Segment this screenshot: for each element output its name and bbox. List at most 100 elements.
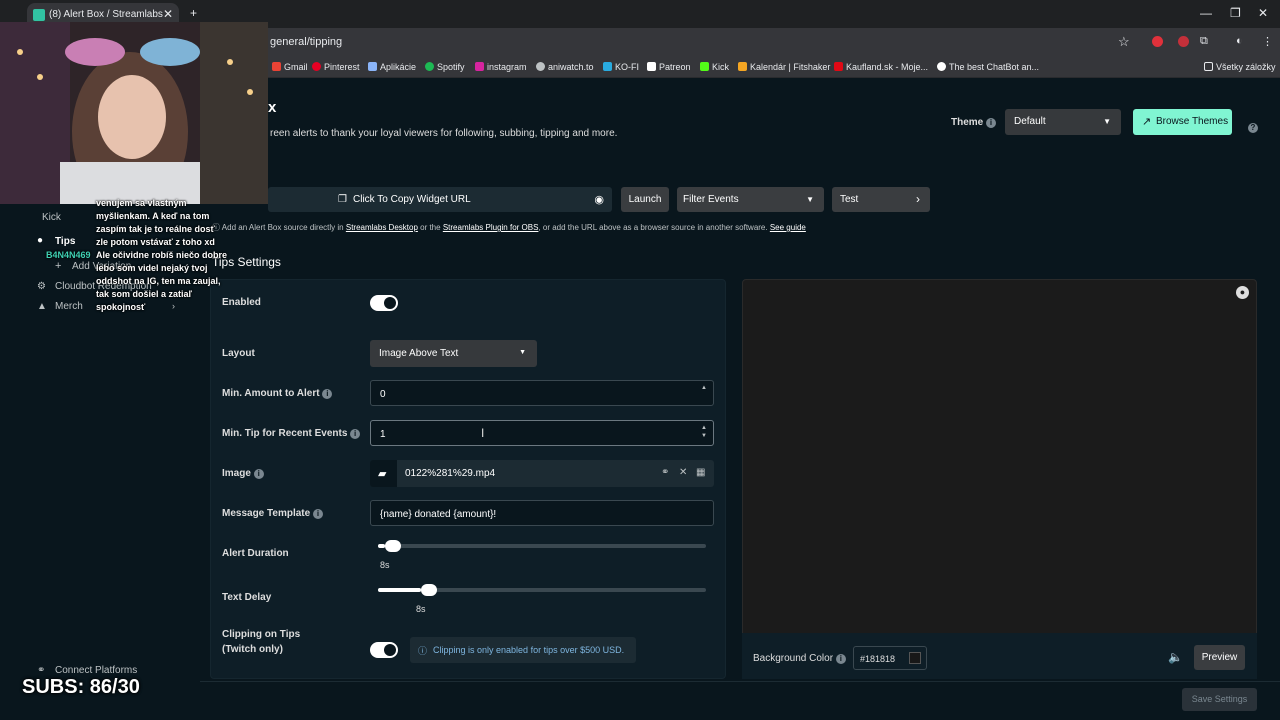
- clear-icon[interactable]: ✕: [679, 467, 687, 478]
- merch-icon: ▲: [37, 301, 47, 312]
- save-settings-button[interactable]: Save Settings: [1182, 688, 1257, 711]
- caret-down-icon: ▼: [1103, 117, 1111, 126]
- spinner-icon[interactable]: ▲: [701, 384, 707, 400]
- layout-select[interactable]: Image Above Text ▼: [370, 340, 537, 367]
- menu-icon[interactable]: ⋮: [1262, 35, 1273, 48]
- min-tip-label: Min. Tip for Recent Events i: [222, 428, 361, 439]
- text-delay-label: Text Delay: [222, 592, 272, 603]
- chat-overlay: B4N4N469 venujem sa vlastným myšlienkam.…: [46, 198, 228, 312]
- filter-events-select[interactable]: Filter Events ▼: [677, 187, 824, 212]
- background-color-label: Background Color i: [753, 653, 846, 664]
- bookmark-chatbot[interactable]: The best ChatBot an...: [937, 62, 1039, 72]
- info-icon: i: [986, 118, 997, 128]
- streamlabs-desktop-link[interactable]: Streamlabs Desktop: [346, 223, 418, 232]
- min-amount-input[interactable]: 0 ▲: [370, 380, 714, 406]
- info-icon: i: [350, 429, 361, 439]
- widget-url-field[interactable]: ❐ Click To Copy Widget URL ◉: [268, 187, 612, 212]
- bookmark-instagram[interactable]: instagram: [475, 62, 527, 72]
- alert-duration-track[interactable]: [378, 544, 706, 548]
- chat-username: B4N4N469: [46, 250, 91, 260]
- tab-title: (8) Alert Box / Streamlabs: [49, 9, 163, 20]
- webcam-overlay: [0, 22, 268, 204]
- cloudbot-icon: ⚙: [37, 281, 46, 292]
- image-label: Image i: [222, 468, 264, 479]
- text-delay-handle[interactable]: [421, 584, 437, 596]
- bookmark-aplikacie[interactable]: Aplikácie: [368, 62, 416, 72]
- clipping-sublabel: (Twitch only): [222, 644, 283, 655]
- image-field[interactable]: ▰ 0122%281%29.mp4 ⚭ ✕ ▦: [370, 460, 714, 487]
- link-icon: ⚭: [37, 665, 46, 676]
- extension-icon[interactable]: [1152, 36, 1163, 47]
- all-bookmarks[interactable]: Všetky záložky: [1204, 62, 1276, 72]
- layout-label: Layout: [222, 348, 255, 359]
- link-icon[interactable]: ⚭: [661, 467, 669, 478]
- bookmark-kick[interactable]: Kick: [700, 62, 729, 72]
- external-link-icon: ↗: [1142, 116, 1152, 128]
- widget-hint: ⓘ Add an Alert Box source directly in St…: [212, 223, 806, 232]
- launch-button[interactable]: Launch: [621, 187, 669, 212]
- page-title: x: [268, 99, 277, 116]
- settings-icon[interactable]: ●: [1236, 286, 1249, 299]
- message-template-input[interactable]: {name} donated {amount}!: [370, 500, 714, 526]
- bookmark-spotify[interactable]: Spotify: [425, 62, 465, 72]
- connect-platforms-link[interactable]: Connect Platforms: [55, 665, 137, 676]
- background-color-input[interactable]: #181818: [853, 646, 927, 670]
- info-icon: i: [835, 654, 846, 664]
- caret-down-icon: ▼: [806, 195, 814, 204]
- color-swatch[interactable]: [909, 652, 921, 664]
- info-icon: i: [322, 389, 333, 399]
- close-tab-icon[interactable]: ✕: [163, 7, 173, 21]
- footer: [200, 681, 1280, 720]
- bookmark-aniwatch[interactable]: aniwatch.to: [536, 62, 594, 72]
- bookmark-pinterest[interactable]: Pinterest: [312, 62, 360, 72]
- sidebar-item-merch[interactable]: Merch: [55, 301, 83, 312]
- min-amount-label: Min. Amount to Alert i: [222, 388, 333, 399]
- text-delay-value: 8s: [416, 604, 426, 614]
- bookmark-kalendar[interactable]: Kalendár | Fitshaker: [738, 62, 830, 72]
- profile-icon[interactable]: ◐: [1236, 35, 1243, 47]
- url-input[interactable]: general/tipping: [270, 36, 342, 48]
- copy-icon: ❐: [338, 194, 347, 205]
- bookmark-kaufland[interactable]: Kaufland.sk - Moje...: [834, 62, 928, 72]
- webcam-image: [0, 22, 268, 204]
- chevron-right-icon: ›: [916, 192, 920, 206]
- info-icon: i: [253, 469, 264, 479]
- browse-themes-button[interactable]: ↗ Browse Themes: [1133, 109, 1232, 135]
- preview-panel: [742, 279, 1257, 679]
- bookmark-gmail[interactable]: Gmail: [272, 62, 308, 72]
- minimize-icon[interactable]: —: [1200, 6, 1212, 20]
- restore-icon[interactable]: ❐: [1230, 6, 1241, 20]
- alert-duration-handle[interactable]: [385, 540, 401, 552]
- eye-icon[interactable]: ◉: [594, 193, 604, 206]
- enabled-toggle[interactable]: [370, 295, 398, 311]
- preview-button[interactable]: Preview: [1194, 645, 1245, 670]
- min-tip-input[interactable]: 1 I ▲ ▼: [370, 420, 714, 446]
- tips-icon: ●: [37, 235, 44, 246]
- subs-counter: SUBS: 86/30: [22, 676, 140, 698]
- extension-icon[interactable]: [1178, 36, 1189, 47]
- folder-icon[interactable]: ▰: [378, 467, 386, 480]
- streamlabs-favicon-icon: [33, 9, 45, 21]
- clipping-note: ⓘ Clipping is only enabled for tips over…: [410, 637, 636, 663]
- text-cursor-icon: I: [481, 426, 485, 440]
- bookmark-kofi[interactable]: KO-FI: [603, 62, 639, 72]
- page-description: reen alerts to thank your loyal viewers …: [270, 128, 618, 139]
- caret-down-icon: ▼: [519, 349, 526, 356]
- sidebar-item-kick[interactable]: Kick: [42, 212, 61, 223]
- test-button[interactable]: Test ›: [832, 187, 930, 212]
- alert-duration-fill: [378, 544, 385, 548]
- help-icon[interactable]: ?: [1248, 117, 1258, 135]
- see-guide-link[interactable]: See guide: [770, 223, 806, 232]
- theme-select[interactable]: Default ▼: [1005, 109, 1121, 135]
- new-tab-icon[interactable]: +: [190, 6, 197, 20]
- grid-icon[interactable]: ▦: [696, 467, 705, 478]
- volume-icon[interactable]: 🔈: [1168, 650, 1183, 664]
- bookmark-patreon[interactable]: Patreon: [647, 62, 691, 72]
- star-icon[interactable]: ☆: [1118, 34, 1130, 50]
- spinner-icon[interactable]: ▲ ▼: [701, 424, 707, 440]
- close-window-icon[interactable]: ✕: [1258, 6, 1268, 20]
- sidebar-item-tips[interactable]: Tips: [55, 236, 75, 247]
- puzzle-icon[interactable]: ⧉: [1200, 35, 1208, 48]
- obs-plugin-link[interactable]: Streamlabs Plugin for OBS: [443, 223, 539, 232]
- clipping-toggle[interactable]: [370, 642, 398, 658]
